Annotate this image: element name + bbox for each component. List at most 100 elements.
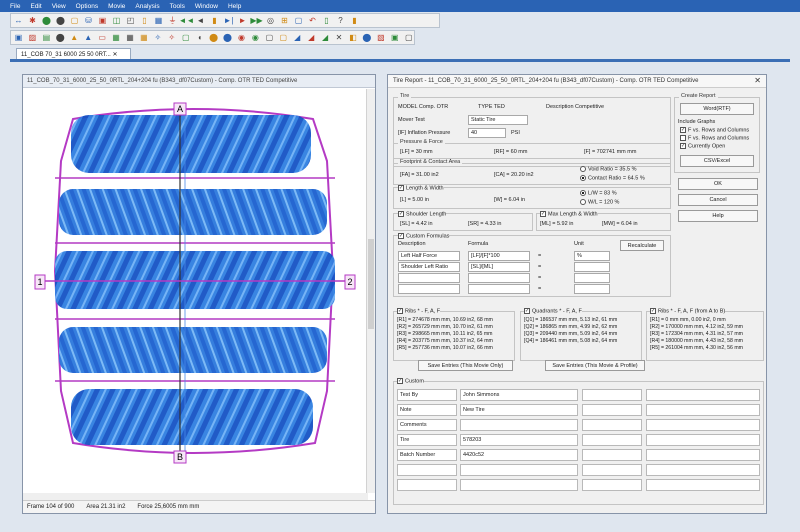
formula-unit-field[interactable]	[574, 284, 610, 294]
toolbar2-tool-icon[interactable]: ▭	[97, 32, 108, 43]
toolbar1-tool-icon[interactable]: ▦	[153, 15, 164, 26]
close-icon[interactable]: ✕	[754, 77, 761, 85]
toolbar2-tool-icon[interactable]: ▢	[264, 32, 275, 43]
custom-formulas-checkbox[interactable]: ✓ Custom Formulas	[398, 233, 450, 240]
scroll-thumb[interactable]	[368, 239, 374, 329]
menu-options[interactable]: Options	[76, 3, 98, 10]
toolbar1-tool-icon[interactable]: ◎	[265, 15, 276, 26]
graph-option-2[interactable]: F vs. Rows and Columns	[680, 135, 749, 141]
toolbar1-tool-icon[interactable]: ▯	[139, 15, 150, 26]
toolbar1-tool-icon[interactable]: ◄◄	[179, 15, 195, 26]
custom-extra-cell[interactable]	[582, 404, 642, 416]
custom-extra-cell[interactable]	[646, 419, 760, 431]
toolbar2-tool-icon[interactable]: ◉	[250, 32, 261, 43]
toolbar2-tool-icon[interactable]: ▲	[69, 32, 80, 43]
toolbar2-tool-icon[interactable]: ▦	[111, 32, 122, 43]
formula-expression-field[interactable]	[468, 273, 530, 283]
contact-ratio-option[interactable]: Contact Ratio = 64.5 %	[580, 175, 645, 181]
menu-analysis[interactable]: Analysis	[135, 3, 159, 10]
custom-extra-cell[interactable]	[582, 419, 642, 431]
custom-value-cell[interactable]: John Simmons	[460, 389, 578, 401]
formula-description-field[interactable]: Shoulder Left Ratio	[398, 262, 460, 272]
menu-movie[interactable]: Movie	[108, 3, 125, 10]
custom-value-cell[interactable]: 4420c52	[460, 449, 578, 461]
custom-key-cell[interactable]	[397, 464, 457, 476]
toolbar2-tool-icon[interactable]: ▢	[278, 32, 289, 43]
toolbar2-tool-icon[interactable]: ✧	[152, 32, 163, 43]
toolbar1-tool-icon[interactable]: ⏚	[167, 15, 178, 26]
toolbar1-tool-icon[interactable]: ▮	[349, 15, 360, 26]
toolbar2-tool-icon[interactable]: ▦	[138, 32, 149, 43]
ok-button[interactable]: OK	[678, 178, 758, 190]
save-entries-movie-button[interactable]: Save Entries (This Movie Only)	[418, 360, 513, 371]
custom-checkbox[interactable]: ✓ Custom	[397, 378, 424, 385]
formula-unit-field[interactable]	[574, 273, 610, 283]
custom-key-cell[interactable]: Test By	[397, 389, 457, 401]
custom-extra-cell[interactable]	[646, 434, 760, 446]
toolbar1-tool-icon[interactable]: ◰	[125, 15, 136, 26]
custom-extra-cell[interactable]	[646, 389, 760, 401]
toolbar2-tool-icon[interactable]: ▢	[403, 32, 414, 43]
toolbar1-tool-icon[interactable]: ?	[335, 15, 346, 26]
inflation-pressure-field[interactable]: 40	[468, 128, 506, 138]
formula-description-field[interactable]	[398, 284, 460, 294]
toolbar1-tool-icon[interactable]: ▯	[321, 15, 332, 26]
menu-tools[interactable]: Tools	[170, 3, 185, 10]
formula-description-field[interactable]: Left Half Force	[398, 251, 460, 261]
toolbar2-tool-icon[interactable]: ✕	[334, 32, 345, 43]
custom-extra-cell[interactable]	[582, 389, 642, 401]
toolbar2-tool-icon[interactable]: ◉	[236, 32, 247, 43]
toolbar2-tool-icon[interactable]: ▲	[83, 32, 94, 43]
toolbar2-tool-icon[interactable]: ✧	[166, 32, 177, 43]
custom-value-cell[interactable]: 578203	[460, 434, 578, 446]
toolbar1-tool-icon[interactable]: ▣	[97, 15, 108, 26]
custom-extra-cell[interactable]	[646, 404, 760, 416]
custom-extra-cell[interactable]	[582, 434, 642, 446]
quadrants-checkbox[interactable]: ✓ Quadrants * - F, A, F	[524, 308, 582, 315]
formula-expression-field[interactable]: [SL]/[ML]	[468, 262, 530, 272]
toolbar2-tool-icon[interactable]: ⬤	[55, 32, 66, 43]
formula-unit-field[interactable]: %	[574, 251, 610, 261]
custom-extra-cell[interactable]	[582, 464, 642, 476]
toolbar2-tool-icon[interactable]: ▧	[375, 32, 386, 43]
toolbar2-tool-icon[interactable]: ▤	[41, 32, 52, 43]
toolbar2-tool-icon[interactable]: ◧	[348, 32, 359, 43]
cancel-button[interactable]: Cancel	[678, 194, 758, 206]
toolbar1-tool-icon[interactable]: ⛁	[83, 15, 94, 26]
toolbar2-tool-icon[interactable]: ⬤	[208, 32, 219, 43]
toolbar2-tool-icon[interactable]: ▣	[389, 32, 400, 43]
menu-view[interactable]: View	[52, 3, 66, 10]
custom-extra-cell[interactable]	[646, 464, 760, 476]
custom-value-cell[interactable]	[460, 464, 578, 476]
graph-option-3[interactable]: ✓ Currently Open	[680, 143, 725, 149]
recalculate-button[interactable]: Recalculate	[620, 240, 664, 251]
custom-key-cell[interactable]: Batch Number	[397, 449, 457, 461]
ribs-checkbox[interactable]: ✓ Ribs * - F, A, F	[397, 308, 441, 315]
lw-ratio-option[interactable]: L/W = 83 %	[580, 190, 617, 196]
toolbar1-tool-icon[interactable]: ▮	[209, 15, 220, 26]
csv-excel-button[interactable]: CSV/Excel	[680, 155, 754, 167]
custom-key-cell[interactable]: Note	[397, 404, 457, 416]
max-length-checkbox[interactable]: ✓ Max Length & Width	[540, 211, 598, 218]
toolbar2-tool-icon[interactable]: ◢	[306, 32, 317, 43]
custom-key-cell[interactable]	[397, 479, 457, 491]
toolbar2-tool-icon[interactable]: ◖	[194, 32, 205, 43]
toolbar1-tool-icon[interactable]: ⬤	[55, 15, 66, 26]
toolbar2-tool-icon[interactable]: ▦	[125, 32, 136, 43]
menu-window[interactable]: Window	[195, 3, 218, 10]
custom-value-cell[interactable]: New Tire	[460, 404, 578, 416]
formula-unit-field[interactable]	[574, 262, 610, 272]
custom-value-cell[interactable]	[460, 419, 578, 431]
custom-extra-cell[interactable]	[582, 479, 642, 491]
graph-option-1[interactable]: ✓ F vs. Rows and Columns	[680, 127, 749, 133]
save-entries-profile-button[interactable]: Save Entries (This Movie & Profile)	[545, 360, 645, 371]
toolbar1-tool-icon[interactable]: ⊞	[279, 15, 290, 26]
custom-extra-cell[interactable]	[582, 449, 642, 461]
toolbar2-tool-icon[interactable]: ▨	[27, 32, 38, 43]
toolbar2-tool-icon[interactable]: ◢	[320, 32, 331, 43]
toolbar1-tool-icon[interactable]: ▢	[293, 15, 304, 26]
toolbar1-tool-icon[interactable]: ⬤	[41, 15, 52, 26]
footprint-horizontal-scrollbar[interactable]	[23, 493, 368, 500]
toolbar1-tool-icon[interactable]: ↶	[307, 15, 318, 26]
custom-value-cell[interactable]	[460, 479, 578, 491]
